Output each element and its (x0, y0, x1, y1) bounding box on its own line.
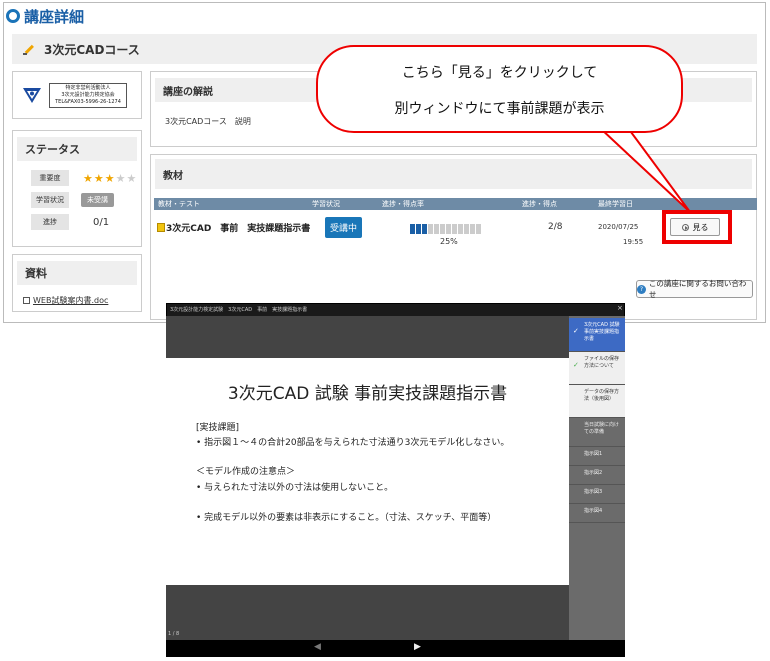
material-name: 3次元CAD 事前 実技課題指示書 (166, 224, 311, 234)
document-icon (23, 297, 30, 304)
check-icon: ✓ (573, 361, 579, 369)
importance-row: 重要度 ★★★★★ (13, 167, 141, 189)
materials-box: 資料 WEB試験案内書.doc (12, 254, 142, 312)
status-heading: ステータス (17, 137, 137, 161)
column-header: 進捗・得点率 (382, 200, 424, 208)
progress-segment (470, 224, 475, 234)
sidebar-item[interactable]: ✓ ファイルの保存方法について (569, 352, 625, 385)
sidebar-item[interactable]: 指示図4 (569, 504, 625, 523)
progress-segment (410, 224, 415, 234)
page-count: 1 / 8 (168, 631, 180, 637)
slide-bottom-band (166, 585, 569, 640)
sidebar-item[interactable]: 指示図3 (569, 485, 625, 504)
slide-line: • 完成モデル以外の要素は非表示にすること。（寸法、スケッチ、平面等） (196, 513, 497, 523)
org-name-plate: 特定非営利活動法人 3次元設計能力検定協会 TEL&FAX03-5996-26-… (49, 82, 127, 108)
progress-segment (446, 224, 451, 234)
learning-status-badge: 未受講 (81, 193, 114, 207)
help-icon: ? (637, 284, 646, 294)
progress-segment (440, 224, 445, 234)
sidebar-item-label[interactable]: 指示図4 (584, 508, 602, 514)
star-icon: ★ (104, 171, 116, 185)
sidebar-item-label[interactable]: ファイルの保存方法について (584, 356, 619, 369)
document-link-text[interactable]: WEB試験案内書.doc (33, 295, 108, 306)
learning-label: 学習状況 (31, 192, 69, 208)
org-line-3: TEL&FAX03-5996-26-1274 (55, 98, 121, 105)
viewer-nav-bar (166, 640, 625, 657)
table-header: 教材・テスト 学習状況 進捗・得点率 進捗・得点 最終学習日 (154, 198, 757, 210)
slide-line: • 与えられた寸法以外の寸法は使用しないこと。 (196, 483, 394, 493)
sidebar-item[interactable]: ✓ 3次元CAD 試験 事前実技課題指示書 (569, 318, 625, 352)
sidebar-item[interactable]: 当日試験に向けての準備 (569, 418, 625, 447)
view-button-highlight (662, 210, 732, 244)
sidebar-item-label[interactable]: データの保存方法（後用図） (584, 389, 619, 402)
progress-steps: 2/8 (548, 222, 563, 232)
last-study-time: 19:55 (623, 238, 644, 246)
viewer-title: 3次元設計能力検定試験 3次元CAD 事前 実技課題指示書 (170, 307, 308, 313)
star-icon: ★ (93, 171, 105, 185)
progress-row: 進捗 0/1 (13, 211, 141, 233)
close-icon[interactable]: × (617, 304, 623, 312)
progress-percent: 25% (440, 237, 458, 246)
org-logo-box: 特定非営利活動法人 3次元設計能力検定協会 TEL&FAX03-5996-26-… (12, 71, 142, 119)
sidebar-item-label[interactable]: 指示図3 (584, 489, 602, 495)
progress-segment (458, 224, 463, 234)
slide-heading: 3次元CAD 試験 事前実技課題指示書 (227, 384, 508, 404)
page-title-row: 講座詳細 (6, 5, 84, 27)
circle-icon (6, 9, 20, 23)
star-icon: ★ (126, 171, 138, 185)
callout-line-1: こちら「見る」をクリックして (401, 65, 598, 81)
org-logo-icon (23, 88, 41, 103)
document-link[interactable]: WEB試験案内書.doc (23, 295, 141, 306)
sidebar-item[interactable]: 指示図1 (569, 447, 625, 466)
inquiry-button[interactable]: ? この講座に関するお問い合わせ (636, 278, 753, 300)
page-title: 講座詳細 (24, 7, 85, 26)
slide-line: • 指示図１～４の合計20部品を与えられた寸法通り3次元モデル化しなさい。 (196, 438, 510, 448)
org-line-2: 3次元設計能力検定協会 (61, 91, 115, 98)
sidebar-item-label[interactable]: 指示図2 (584, 470, 602, 476)
status-box: ステータス 重要度 ★★★★★ 学習状況 未受講 進捗 0/1 (12, 130, 142, 247)
progress-segment (434, 224, 439, 234)
learning-row: 学習状況 未受講 (13, 189, 141, 211)
column-header: 進捗・得点 (522, 200, 557, 208)
sidebar-item-label[interactable]: 指示図1 (584, 451, 602, 457)
progress-segment (416, 224, 421, 234)
column-header: 教材・テスト (158, 200, 200, 208)
progress-segment (428, 224, 433, 234)
inquiry-button-label[interactable]: この講座に関するお問い合わせ (649, 278, 752, 300)
progress-segment (422, 224, 427, 234)
slide-line: [実技課題] (196, 423, 240, 433)
progress-segment (452, 224, 457, 234)
materials-list-heading: 教材 (155, 159, 752, 189)
prev-page-button[interactable]: ◀ (314, 642, 321, 652)
progress-segment (464, 224, 469, 234)
sidebar-item[interactable]: 指示図2 (569, 466, 625, 485)
org-line-1: 特定非営利活動法人 (65, 84, 111, 91)
importance-label: 重要度 (31, 170, 69, 186)
pencil-icon (23, 44, 34, 55)
next-page-button[interactable]: ▶ (414, 642, 421, 652)
last-study-date: 2020/07/25 (598, 223, 639, 231)
column-header: 学習状況 (312, 200, 340, 208)
progress-bar (410, 224, 481, 234)
learning-status-button[interactable]: 受講中 (325, 217, 362, 238)
progress-segment (476, 224, 481, 234)
callout-bubble (316, 45, 683, 133)
star-icon: ★ (115, 171, 127, 185)
check-icon: ✓ (573, 327, 579, 335)
column-header: 最終学習日 (598, 200, 633, 208)
sidebar-item-label[interactable]: 3次元CAD 試験 事前実技課題指示書 (584, 322, 620, 342)
sidebar-item-label[interactable]: 当日試験に向けての準備 (584, 422, 619, 435)
progress-value: 0/1 (93, 216, 110, 228)
material-icon (157, 223, 165, 232)
materials-heading: 資料 (17, 261, 137, 285)
slide-top-band (166, 316, 569, 358)
star-icon: ★ (83, 171, 94, 185)
callout-line-2: 別ウィンドウにて事前課題が表示 (394, 101, 605, 117)
course-name: 3次元CADコース (44, 42, 140, 57)
slide-line: ＜モデル作成の注意点＞ (196, 467, 296, 477)
sidebar-item[interactable]: データの保存方法（後用図） (569, 385, 625, 418)
progress-label: 進捗 (31, 214, 69, 230)
importance-stars: ★★★★★ (83, 172, 137, 185)
